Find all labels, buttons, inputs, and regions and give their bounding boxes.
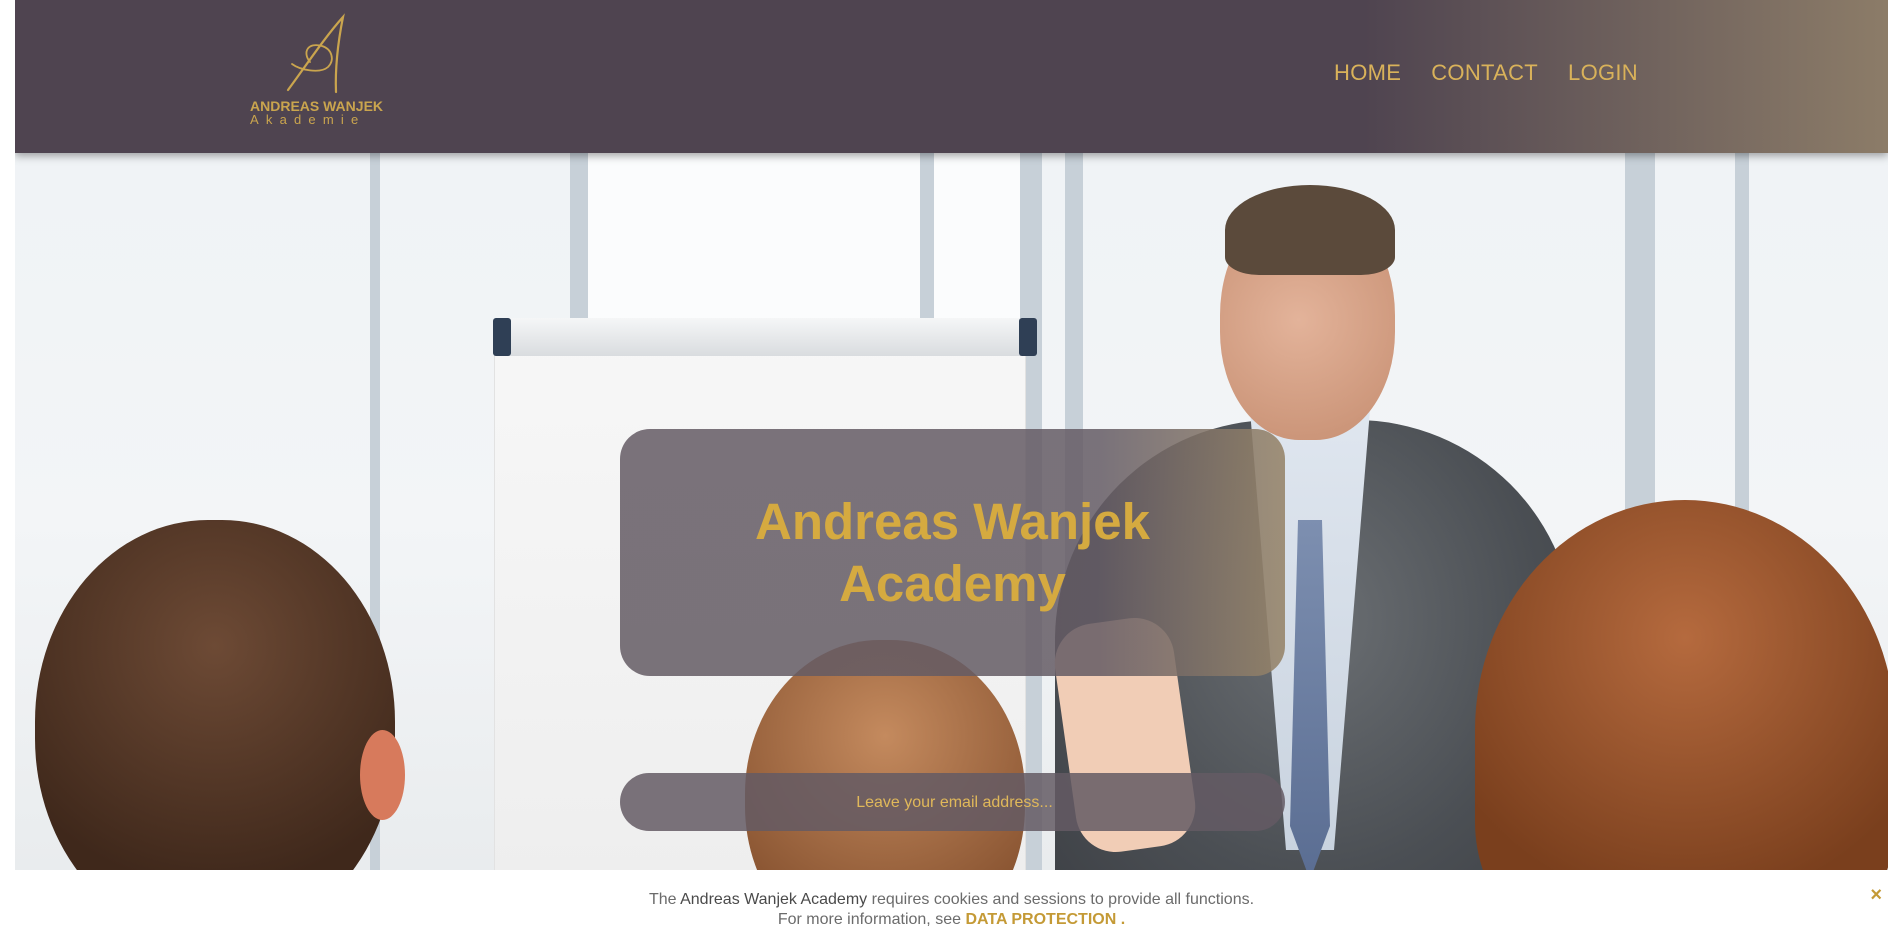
email-signup-box <box>620 773 1289 833</box>
cookie-notice: The Andreas Wanjek Academy requires cook… <box>15 870 1888 951</box>
nav-login-link[interactable]: LOGIN <box>1568 60 1638 86</box>
nav-home-link[interactable]: HOME <box>1334 60 1401 86</box>
cookie-more-info: For more information, see <box>777 911 961 928</box>
cookie-prefix: The <box>648 891 677 908</box>
academy-logo[interactable]: ANDREAS WANJEK Akademie <box>250 12 385 127</box>
logo-subtitle: Akademie <box>250 112 366 127</box>
cookie-brand: Andreas Wanjek Academy <box>680 891 868 908</box>
hero-title-card: Andreas Wanjek Academy <box>620 429 1285 676</box>
cookie-notice-line2: For more information, see DATA PROTECTIO… <box>15 911 1888 929</box>
main-nav: HOME CONTACT LOGIN <box>1334 60 1638 86</box>
cookie-suffix: . <box>1120 911 1126 928</box>
data-protection-link[interactable]: DATA PROTECTION <box>965 911 1116 928</box>
close-icon[interactable]: × <box>1870 884 1882 907</box>
nav-contact-link[interactable]: CONTACT <box>1431 60 1538 86</box>
site-header: ANDREAS WANJEK Akademie HOME CONTACT LOG… <box>15 0 1888 153</box>
page: ANDREAS WANJEK Akademie HOME CONTACT LOG… <box>15 0 1888 951</box>
cookie-text: requires cookies and sessions to provide… <box>871 891 1255 908</box>
email-input[interactable] <box>620 773 1289 833</box>
hero-title: Andreas Wanjek Academy <box>755 492 1150 612</box>
cookie-notice-line1: The Andreas Wanjek Academy requires cook… <box>15 891 1888 909</box>
logo-a-icon <box>286 13 345 94</box>
